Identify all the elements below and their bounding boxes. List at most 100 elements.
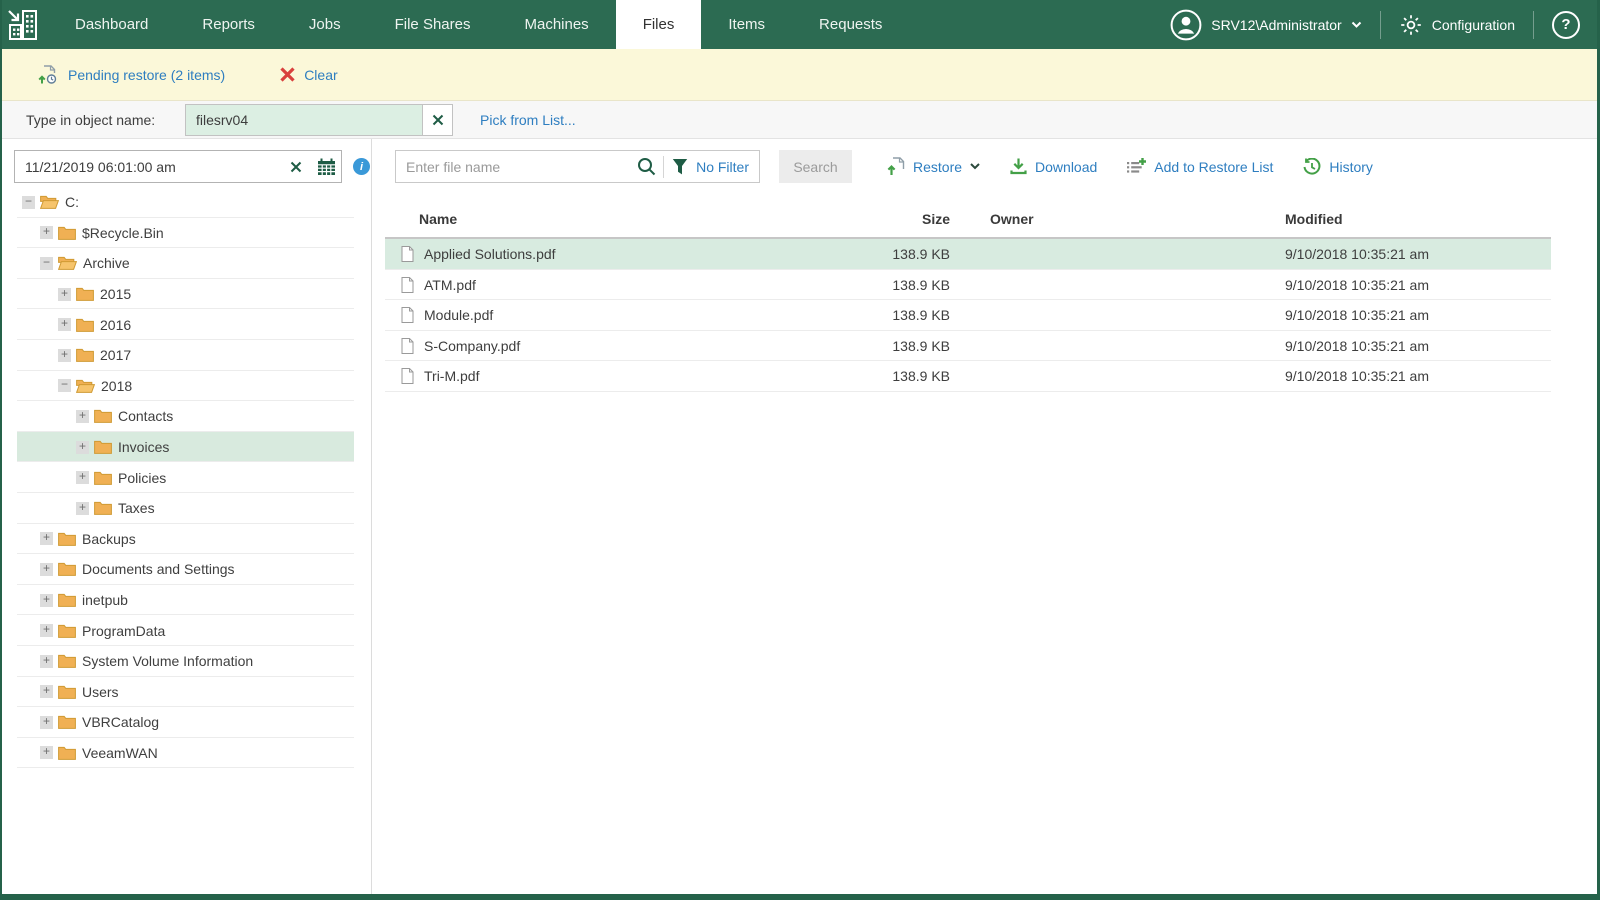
- configuration-button[interactable]: Configuration: [1399, 13, 1515, 37]
- divider: [1533, 10, 1534, 39]
- column-header-modified[interactable]: Modified: [1285, 211, 1551, 227]
- tree-node-policies[interactable]: + Policies: [17, 462, 354, 493]
- nav-tabs: Dashboard Reports Jobs File Shares Machines F…: [48, 0, 909, 49]
- tab-dashboard[interactable]: Dashboard: [48, 0, 175, 49]
- tree-node-inetpub[interactable]: + inetpub: [17, 585, 354, 616]
- tree-node-2016[interactable]: +2016: [17, 309, 354, 340]
- restore-button[interactable]: Restore: [887, 157, 980, 176]
- tab-machines[interactable]: Machines: [497, 0, 615, 49]
- file-size: 138.9 KB: [892, 246, 950, 263]
- collapse-icon[interactable]: −: [58, 378, 71, 393]
- expand-icon[interactable]: +: [58, 317, 71, 332]
- help-button[interactable]: ?: [1552, 10, 1580, 39]
- tree-node-programdata[interactable]: + ProgramData: [17, 615, 354, 646]
- expand-icon[interactable]: +: [76, 440, 89, 454]
- tree-node-vbrcatalog[interactable]: + VBRCatalog: [17, 707, 354, 738]
- tree-node-system-volume-information[interactable]: + System Volume Information: [17, 646, 354, 677]
- file-row-tri-m-pdf[interactable]: Tri-M.pdf 138.9 KB 9/10/2018 10:35:21 am: [385, 361, 1551, 392]
- tree-node-contacts[interactable]: + Contacts: [17, 401, 354, 432]
- expand-icon[interactable]: +: [40, 684, 53, 699]
- tree-node-invoices[interactable]: + Invoices: [17, 431, 354, 463]
- restore-icon: [887, 157, 905, 176]
- search-icon[interactable]: [630, 157, 663, 176]
- collapse-icon[interactable]: −: [40, 256, 53, 270]
- datetime-clear-button[interactable]: [281, 160, 311, 174]
- file-modified: 9/10/2018 10:35:21 am: [1285, 368, 1430, 385]
- file-icon: [401, 246, 414, 263]
- column-header-name[interactable]: Name: [385, 211, 855, 227]
- column-header-owner[interactable]: Owner: [990, 211, 1285, 227]
- collapse-icon[interactable]: −: [22, 195, 35, 209]
- tab-items[interactable]: Items: [701, 0, 792, 49]
- file-row-module-pdf[interactable]: Module.pdf 138.9 KB 9/10/2018 10:35:21 am: [385, 300, 1551, 331]
- expand-icon[interactable]: +: [58, 348, 71, 362]
- expand-icon[interactable]: +: [40, 623, 53, 638]
- file-search-input[interactable]: [396, 158, 631, 175]
- history-button[interactable]: History: [1303, 157, 1373, 176]
- tree-node-recycle-bin[interactable]: + $Recycle.Bin: [17, 218, 354, 249]
- expand-icon[interactable]: +: [40, 225, 53, 240]
- tree-node-label: $Recycle.Bin: [82, 224, 164, 241]
- expand-icon[interactable]: +: [76, 501, 89, 515]
- download-button[interactable]: Download: [1010, 158, 1097, 175]
- search-button[interactable]: Search: [779, 150, 852, 183]
- tab-file-shares[interactable]: File Shares: [368, 0, 498, 49]
- tab-requests[interactable]: Requests: [792, 0, 909, 49]
- tree-node-2017[interactable]: +2017: [17, 340, 354, 371]
- add-to-restore-list-label: Add to Restore List: [1154, 158, 1274, 175]
- add-to-restore-list-button[interactable]: Add to Restore List: [1127, 158, 1273, 175]
- tree-node-2018[interactable]: − 2018: [17, 371, 354, 402]
- clear-pending-button[interactable]: Clear: [279, 66, 338, 83]
- expand-icon[interactable]: +: [40, 531, 53, 546]
- restore-point-value[interactable]: 11/21/2019 06:01:00 am: [15, 159, 281, 175]
- tab-files[interactable]: Files: [615, 0, 702, 49]
- folder-icon: [76, 348, 94, 363]
- file-size: 138.9 KB: [892, 368, 950, 385]
- tree-node-label: C:: [65, 194, 79, 211]
- pending-restore-icon: [38, 64, 59, 85]
- expand-icon[interactable]: +: [58, 287, 71, 301]
- tab-reports[interactable]: Reports: [175, 0, 282, 49]
- tree-node-users[interactable]: + Users: [17, 677, 354, 708]
- file-row-atm-pdf[interactable]: ATM.pdf 138.9 KB 9/10/2018 10:35:21 am: [385, 270, 1551, 301]
- tree-node-c[interactable]: − C:: [17, 187, 354, 218]
- file-modified: 9/10/2018 10:35:21 am: [1285, 307, 1430, 324]
- filter-button[interactable]: No Filter: [664, 158, 759, 175]
- calendar-icon[interactable]: [311, 158, 341, 176]
- object-name-input[interactable]: [186, 105, 422, 135]
- tab-jobs[interactable]: Jobs: [282, 0, 368, 49]
- tree-node-archive[interactable]: − Archive: [17, 248, 354, 279]
- tree-node-label: 2015: [100, 286, 132, 303]
- pick-from-list-link[interactable]: Pick from List...: [480, 112, 576, 128]
- tree-node-label: Taxes: [118, 500, 155, 517]
- expand-icon[interactable]: +: [76, 470, 89, 485]
- tree-node-veeamwan[interactable]: + VeeamWAN: [17, 738, 354, 769]
- expand-icon[interactable]: +: [40, 593, 53, 607]
- expand-icon[interactable]: +: [40, 562, 53, 576]
- tree-node-documents-and-settings[interactable]: + Documents and Settings: [17, 554, 354, 585]
- folder-icon: [58, 685, 76, 699]
- pending-restore-link[interactable]: Pending restore (2 items): [38, 64, 226, 85]
- column-header-size[interactable]: Size: [855, 211, 950, 227]
- folder-icon: [58, 562, 76, 577]
- user-menu[interactable]: SRV12\Administrator: [1170, 9, 1361, 41]
- expand-icon[interactable]: +: [40, 654, 53, 668]
- file-icon: [401, 307, 414, 324]
- tree-node-2015[interactable]: +2015: [17, 279, 354, 310]
- folder-icon: [76, 287, 94, 301]
- expand-icon[interactable]: +: [76, 409, 89, 423]
- tree-node-label: 2017: [100, 347, 132, 364]
- file-icon: [401, 276, 414, 293]
- content-area: 11/21/2019 06:01:00 am i − C: + $Recycle…: [2, 139, 1597, 894]
- object-clear-button[interactable]: [422, 105, 452, 135]
- file-row-applied-solutions-pdf[interactable]: Applied Solutions.pdf 138.9 KB 9/10/2018 1…: [385, 239, 1551, 270]
- info-icon[interactable]: i: [353, 158, 370, 175]
- tree-node-taxes[interactable]: + Taxes: [17, 493, 354, 524]
- pending-restore-label: Pending restore (2 items): [68, 66, 226, 83]
- expand-icon[interactable]: +: [40, 715, 53, 729]
- file-modified: 9/10/2018 10:35:21 am: [1285, 276, 1430, 293]
- expand-icon[interactable]: +: [40, 745, 53, 760]
- tree-node-backups[interactable]: + Backups: [17, 524, 354, 555]
- file-row-s-company-pdf[interactable]: S-Company.pdf 138.9 KB 9/10/2018 10:35:21 …: [385, 331, 1551, 362]
- folder-icon: [94, 440, 112, 454]
